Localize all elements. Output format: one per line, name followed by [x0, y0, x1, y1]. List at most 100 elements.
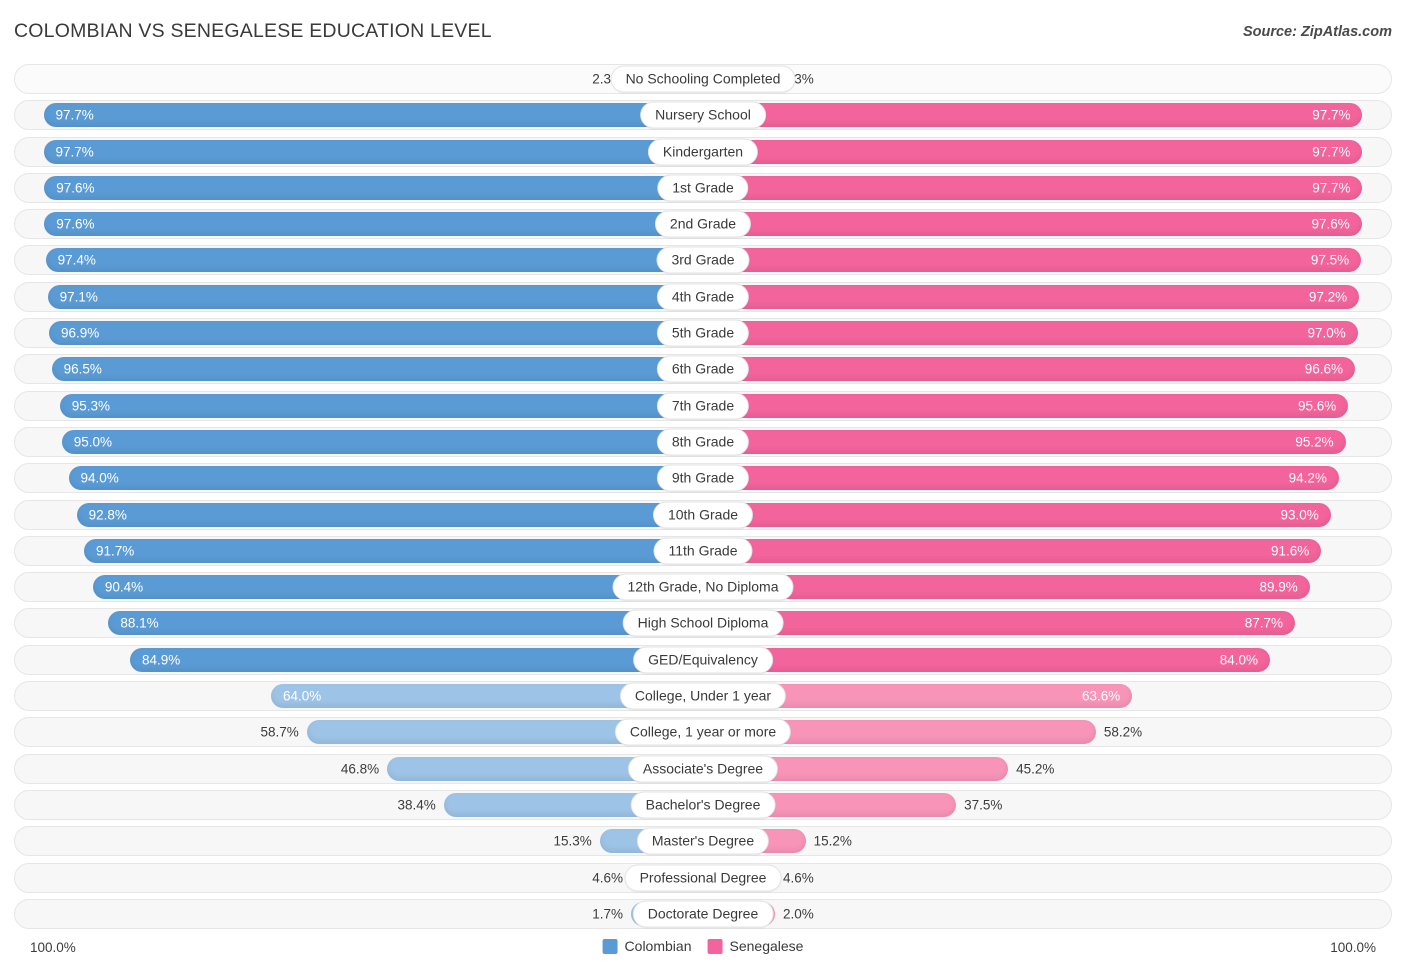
chart-row: 2.3% 2.3% No Schooling Completed: [14, 64, 1392, 94]
bar-value-label: 63.6%: [1082, 688, 1121, 704]
bar-colombian[interactable]: 94.0%: [68, 466, 703, 491]
bar-half-colombian: 64.0%: [15, 682, 703, 710]
bar-value-label: 90.4%: [104, 579, 144, 595]
bar-half-senegalese: 89.9%: [703, 573, 1391, 601]
bar-senegalese[interactable]: 95.6%: [703, 393, 1349, 418]
bar-colombian[interactable]: 96.9%: [48, 321, 703, 346]
bar-half-senegalese: 58.2%: [703, 718, 1391, 746]
legend-item-senegalese[interactable]: Senegalese: [707, 938, 803, 954]
bar-half-senegalese: 2.3%: [703, 65, 1391, 93]
category-label: College, 1 year or more: [614, 718, 792, 746]
bar-half-colombian: 84.9%: [15, 646, 703, 674]
bar-half-colombian: 91.7%: [15, 537, 703, 565]
category-label: 4th Grade: [656, 283, 750, 311]
bar-colombian[interactable]: 97.7%: [43, 103, 703, 128]
chart-row: 97.7% 97.7% Nursery School: [14, 100, 1392, 131]
bar-value-label: 15.2%: [813, 833, 852, 849]
bar-senegalese[interactable]: 91.6%: [703, 538, 1322, 563]
bar-colombian[interactable]: 92.8%: [76, 502, 703, 527]
bar-value-label: 97.1%: [59, 289, 98, 305]
bar-value-label: 84.0%: [1219, 652, 1258, 668]
bar-senegalese[interactable]: 95.2%: [703, 429, 1346, 454]
bar-half-senegalese: 45.2%: [703, 755, 1391, 783]
bar-half-colombian: 15.3%: [15, 827, 703, 855]
chart-row: 95.3% 95.6% 7th Grade: [14, 390, 1392, 421]
category-label: 3rd Grade: [656, 246, 750, 274]
bar-value-label: 97.4%: [57, 252, 96, 268]
bar-value-label: 97.7%: [55, 144, 94, 160]
source-attribution: Source: ZipAtlas.com: [1242, 24, 1392, 40]
bar-half-senegalese: 97.2%: [703, 283, 1391, 311]
bar-colombian[interactable]: 84.9%: [129, 647, 703, 672]
category-label: Professional Degree: [624, 864, 782, 892]
category-label: 7th Grade: [656, 392, 750, 420]
bar-value-label: 58.2%: [1103, 724, 1143, 740]
bar-colombian[interactable]: 95.0%: [61, 429, 703, 454]
bar-senegalese[interactable]: 97.7%: [703, 103, 1363, 128]
axis-label-right: 100.0%: [1330, 940, 1376, 955]
bar-half-senegalese: 15.2%: [703, 827, 1391, 855]
axis-label-left: 100.0%: [30, 940, 76, 955]
bar-colombian[interactable]: 88.1%: [108, 611, 703, 636]
bar-half-colombian: 90.4%: [15, 573, 703, 601]
bar-senegalese[interactable]: 97.2%: [703, 284, 1360, 309]
bar-colombian[interactable]: 95.3%: [59, 393, 703, 418]
category-label: Kindergarten: [647, 138, 759, 166]
bar-senegalese[interactable]: 94.2%: [703, 466, 1339, 491]
chart-row: 96.9% 97.0% 5th Grade: [14, 318, 1392, 349]
bar-senegalese[interactable]: 87.7%: [703, 611, 1295, 636]
legend-item-colombian[interactable]: Colombian: [602, 938, 692, 954]
bar-value-label: 97.6%: [56, 216, 95, 232]
bar-senegalese[interactable]: 97.6%: [703, 212, 1362, 237]
bar-value-label: 97.6%: [1311, 216, 1350, 232]
category-label: 12th Grade, No Diploma: [612, 573, 794, 601]
bar-half-colombian: 97.6%: [15, 174, 703, 202]
bar-value-label: 97.5%: [1310, 252, 1350, 268]
legend-label-colombian: Colombian: [624, 938, 692, 954]
bar-value-label: 37.5%: [964, 797, 1003, 813]
bar-value-label: 95.2%: [1295, 434, 1334, 450]
bar-colombian[interactable]: 97.1%: [47, 284, 703, 309]
bar-colombian[interactable]: 90.4%: [92, 575, 703, 600]
bar-half-senegalese: 87.7%: [703, 609, 1391, 637]
bar-half-colombian: 96.9%: [15, 319, 703, 347]
bar-senegalese[interactable]: 89.9%: [703, 575, 1310, 600]
legend-label-senegalese: Senegalese: [729, 938, 804, 954]
bar-senegalese[interactable]: 84.0%: [703, 647, 1270, 672]
bar-colombian[interactable]: 97.4%: [45, 248, 703, 273]
chart-row: 97.6% 97.6% 2nd Grade: [14, 209, 1392, 240]
bar-half-senegalese: 97.7%: [703, 174, 1391, 202]
chart-row: 15.3% 15.2% Master's Degree: [14, 826, 1392, 857]
bar-value-label: 96.5%: [63, 361, 102, 377]
bar-half-colombian: 97.7%: [15, 138, 703, 166]
bar-colombian[interactable]: 91.7%: [84, 538, 703, 563]
chart-row: 4.6% 4.6% Professional Degree: [14, 862, 1392, 893]
bar-value-label: 95.6%: [1298, 398, 1337, 414]
bar-half-senegalese: 97.5%: [703, 246, 1391, 274]
bar-senegalese[interactable]: 93.0%: [703, 502, 1331, 527]
bar-half-colombian: 95.0%: [15, 428, 703, 456]
chart-row: 94.0% 94.2% 9th Grade: [14, 463, 1392, 494]
bar-senegalese[interactable]: 97.7%: [703, 175, 1363, 200]
bar-senegalese[interactable]: 97.7%: [703, 139, 1363, 164]
bar-value-label: 4.6%: [783, 870, 814, 886]
bar-senegalese[interactable]: 97.0%: [703, 321, 1358, 346]
bar-colombian[interactable]: 96.5%: [51, 357, 703, 382]
bar-value-label: 97.7%: [1312, 144, 1351, 160]
bar-half-colombian: 2.3%: [15, 65, 703, 93]
bar-value-label: 95.0%: [73, 434, 113, 450]
bar-half-senegalese: 91.6%: [703, 537, 1391, 565]
bar-senegalese[interactable]: 97.5%: [703, 248, 1362, 273]
bar-colombian[interactable]: 97.6%: [44, 212, 703, 237]
bar-colombian[interactable]: 97.6%: [44, 175, 703, 200]
bar-value-label: 45.2%: [1016, 761, 1055, 777]
category-label: 8th Grade: [656, 428, 750, 456]
bar-half-senegalese: 93.0%: [703, 501, 1391, 529]
bar-colombian[interactable]: 97.7%: [43, 139, 703, 164]
bar-half-colombian: 1.7%: [15, 900, 703, 928]
chart-row: 58.7% 58.2% College, 1 year or more: [14, 717, 1392, 748]
category-label: No Schooling Completed: [610, 65, 796, 93]
chart-row: 84.9% 84.0% GED/Equivalency: [14, 644, 1392, 675]
bar-value-label: 96.6%: [1304, 361, 1344, 377]
bar-senegalese[interactable]: 96.6%: [703, 357, 1356, 382]
